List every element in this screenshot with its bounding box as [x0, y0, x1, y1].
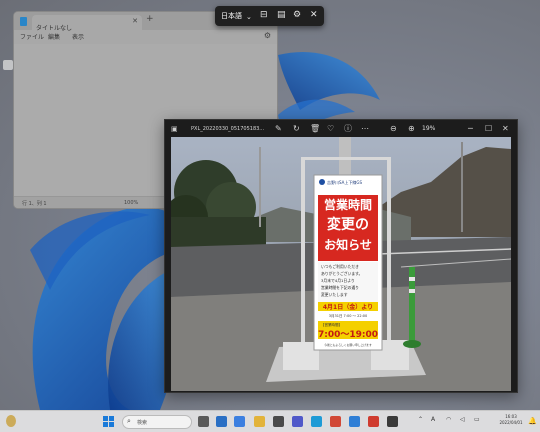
- sign-hours: 7:00～19:00: [318, 330, 378, 340]
- minimize-icon[interactable]: ─: [468, 124, 473, 134]
- input-mode-icon[interactable]: ⊟: [260, 10, 268, 21]
- sign-body-5: 変更いたします: [321, 292, 348, 297]
- teams-icon[interactable]: [292, 416, 303, 427]
- file-explorer-icon[interactable]: [254, 416, 265, 427]
- ime-toolbar[interactable]: 日本語 ⌄ ⊟ ▤ ⚙ ✕: [215, 6, 324, 26]
- maximize-icon[interactable]: ☐: [485, 124, 492, 134]
- close-icon[interactable]: ✕: [310, 10, 318, 21]
- sign-body-2: ありがとうございます。: [321, 271, 362, 276]
- zoom-out-icon[interactable]: ⊖: [390, 124, 397, 134]
- ime-language[interactable]: 日本語: [221, 11, 242, 21]
- sign-hours-label: 【営業時間】: [321, 322, 342, 327]
- plus-icon[interactable]: +: [146, 14, 154, 24]
- mail-icon[interactable]: [234, 416, 245, 427]
- close-icon[interactable]: ✕: [502, 124, 509, 134]
- clock-date: 2022/04/01: [499, 420, 523, 425]
- store-icon[interactable]: [273, 416, 284, 427]
- desktop-shortcut-icon[interactable]: [3, 60, 13, 70]
- cursor-position: 行 1、列 1: [22, 201, 47, 207]
- menu-edit[interactable]: 編集: [48, 32, 60, 41]
- sign-body-1: いつもご利用いただき: [321, 264, 359, 269]
- edge-icon[interactable]: [311, 416, 322, 427]
- sign-line-3: お知らせ: [324, 237, 372, 252]
- sign-date-sub: 3月31日 7:00 ～ 22:00: [329, 313, 367, 318]
- sign-footer: 今後ともよろしくお願い申し上げます: [324, 343, 372, 347]
- info-icon[interactable]: ⓘ: [344, 124, 352, 134]
- search-icon: ⌕: [127, 417, 131, 425]
- chrome-icon[interactable]: [330, 416, 341, 427]
- file-name: PXL_20220330_051705183...: [191, 126, 265, 132]
- gear-icon[interactable]: ⚙: [264, 31, 271, 40]
- chevron-down-icon[interactable]: ⌄: [246, 12, 252, 23]
- sign-line-2: 変更の: [327, 216, 369, 233]
- photos-window[interactable]: ▣ PXL_20220330_051705183... ✎ ↻ 🗑 ♡ ⓘ ⋯ …: [164, 119, 518, 393]
- sign-body-3: 3月末で4月1日より: [321, 278, 355, 283]
- photo-canvas[interactable]: 吉野川SA上下線GS 営業時間 変更の お知らせ いつもご利用いただき ありがと…: [171, 137, 511, 391]
- image-file-icon: ▣: [171, 125, 178, 133]
- close-icon[interactable]: ✕: [132, 17, 138, 25]
- taskbar-search[interactable]: ⌕ 検索: [122, 415, 192, 429]
- photos-toolbar: ▣ PXL_20220330_051705183... ✎ ↻ 🗑 ♡ ⓘ ⋯ …: [165, 120, 517, 138]
- menu-view[interactable]: 表示: [72, 32, 84, 41]
- zoom-percent[interactable]: 19%: [422, 125, 435, 132]
- sign-body-4: 営業時間を下記の通り: [321, 285, 359, 290]
- heart-icon[interactable]: ♡: [327, 124, 334, 134]
- battery-icon[interactable]: ▭: [474, 416, 480, 423]
- sign-header: 吉野川SA上下線GS: [327, 179, 362, 185]
- widgets-icon[interactable]: [216, 416, 227, 427]
- notepad-menubar: ファイル 編集 表示 ⚙: [14, 30, 277, 44]
- photos-icon[interactable]: [349, 416, 360, 427]
- notepad-icon: [20, 17, 27, 26]
- start-icon[interactable]: [103, 416, 115, 428]
- weather-icon[interactable]: [6, 415, 16, 427]
- taskbar: ⌕ 検索 ⌃ A ◠ ◁ ▭ 16:03 2022/04/01 🔔: [0, 410, 540, 432]
- bell-icon[interactable]: 🔔: [528, 417, 537, 425]
- rotate-icon[interactable]: ↻: [293, 124, 300, 134]
- volume-icon[interactable]: ◁: [460, 416, 465, 423]
- edit-icon[interactable]: ✎: [275, 124, 282, 134]
- more-icon[interactable]: ⋯: [361, 124, 369, 134]
- taskbar-clock[interactable]: 16:03 2022/04/01: [494, 414, 528, 426]
- sign-line-1: 営業時間: [324, 197, 372, 212]
- sign-date: 4月1日（金）より: [323, 303, 373, 311]
- zoom-level: 100%: [124, 200, 139, 206]
- app-icon[interactable]: [368, 416, 379, 427]
- trash-icon[interactable]: 🗑: [310, 124, 320, 134]
- app-icon[interactable]: [387, 416, 398, 427]
- search-placeholder: 検索: [137, 420, 148, 426]
- ime-icon[interactable]: A: [431, 416, 435, 423]
- task-view-icon[interactable]: [198, 416, 209, 427]
- menu-file[interactable]: ファイル: [20, 32, 44, 41]
- chevron-up-icon[interactable]: ⌃: [418, 416, 423, 423]
- tab-untitled[interactable]: タイトルなし ✕: [32, 15, 142, 32]
- dictionary-icon[interactable]: ▤: [277, 10, 286, 21]
- photo-scene: 吉野川SA上下線GS 営業時間 変更の お知らせ いつもご利用いただき ありがと…: [171, 137, 511, 391]
- zoom-in-icon[interactable]: ⊕: [408, 124, 415, 134]
- settings-icon[interactable]: ⚙: [293, 10, 301, 21]
- wifi-icon[interactable]: ◠: [446, 416, 451, 423]
